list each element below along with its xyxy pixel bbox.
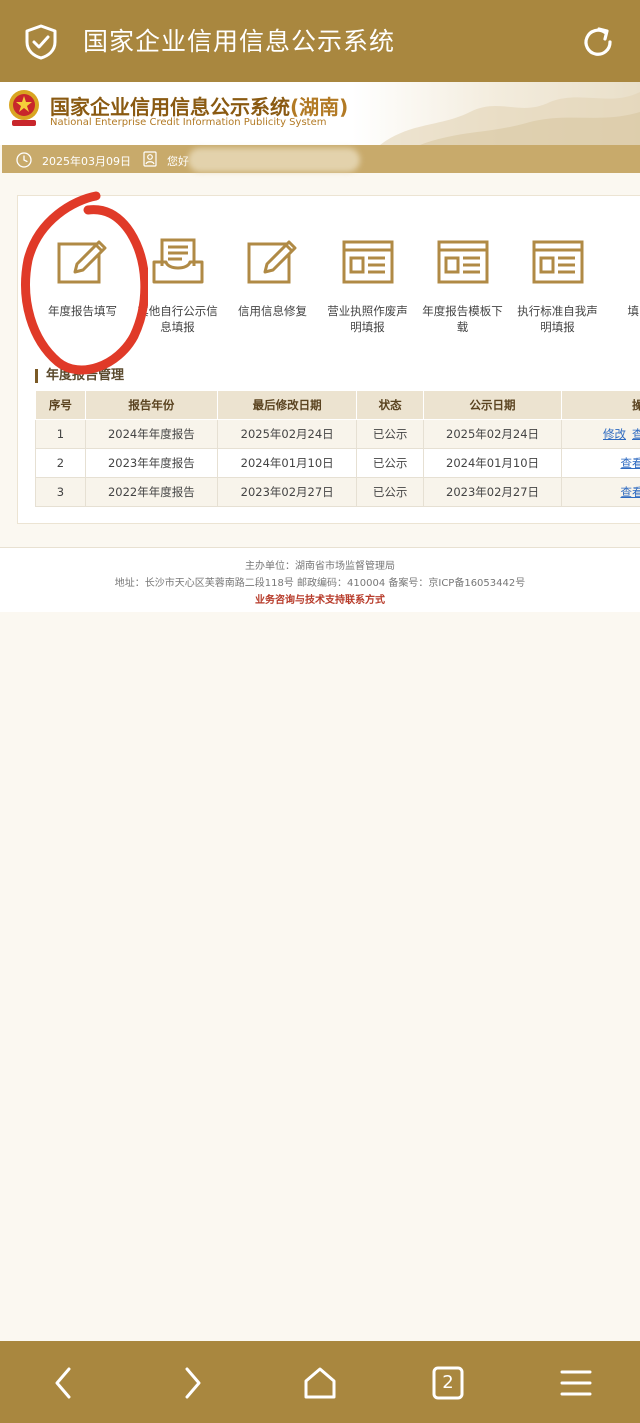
hamburger-menu-icon [560,1370,592,1396]
table-header-row: 序号 报告年份 最后修改日期 状态 公示日期 操作 [35,390,640,420]
col-header-published: 公示日期 [422,390,563,420]
section-title: 年度报告管理 [35,369,124,383]
cell-modified: 2023年02月27日 [217,477,358,507]
cell-published: 2023年02月27日 [422,477,563,507]
cell-published: 2025年02月24日 [422,419,563,449]
browser-top-bar: 国家企业信用信息公示系统 [0,0,640,82]
cell-modified: 2025年02月24日 [217,419,358,449]
site-subtitle: National Enterprise Credit Information P… [50,117,327,128]
home-icon [304,1367,336,1399]
home-button[interactable] [300,1363,340,1403]
view-link[interactable]: 查看或 [621,456,640,470]
menu-credit-repair[interactable]: 信用信息修复 [225,236,320,319]
menu-label: 营业执照作废声明填报 [327,304,408,334]
menu-button[interactable] [556,1363,596,1403]
clock-icon [16,152,32,168]
menu-annual-report-fill[interactable]: 年度报告填写 [35,236,130,319]
cell-ops: 修改查看 [561,419,640,449]
menu-label: 填 [627,304,640,318]
chevron-right-icon [185,1367,201,1399]
cell-status: 已公示 [356,448,424,478]
menu-standard-declaration[interactable]: 执行标准自我声明填报 [510,236,605,335]
refresh-icon[interactable] [580,24,616,60]
browser-page-title: 国家企业信用信息公示系统 [83,27,396,56]
cell-index: 2 [35,448,86,478]
cell-status: 已公示 [356,419,424,449]
cell-year: 2024年年度报告 [84,419,219,449]
menu-partial-item[interactable]: 填 [605,236,640,319]
cell-index: 1 [35,419,86,449]
footer-address: 地址：长沙市天心区芙蓉南路二段118号 邮政编码：410004 备案号：京ICP… [114,578,526,589]
landscape-decoration [380,92,640,145]
main-card: 年度报告填写 其他自行公示信息填报 信用信息修复 营业执照作废声明填报 年度报告… [17,195,640,524]
menu-template-download[interactable]: 年度报告模板下载 [415,236,510,335]
cell-ops: 查看或 [561,448,640,478]
national-emblem-icon [9,90,39,126]
edit-link[interactable]: 修改 [603,427,626,441]
site-header: 国家企业信用信息公示系统(湖南) National Enterprise Cre… [0,82,640,145]
col-header-ops: 操作 [561,390,640,420]
shield-check-icon[interactable] [24,24,58,60]
user-icon [143,151,157,167]
inbox-icon [152,238,203,284]
forward-button[interactable] [172,1363,212,1403]
cell-status: 已公示 [356,477,424,507]
col-header-index: 序号 [35,390,86,420]
tab-count: 2 [442,1372,454,1393]
tabs-button[interactable]: 2 [428,1363,468,1403]
form-icon [437,240,488,284]
site-title: 国家企业信用信息公示系统(湖南) [50,91,348,120]
chevron-left-icon [55,1367,71,1399]
province-label: (湖南) [290,95,349,119]
menu-label: 年度报告填写 [48,304,117,318]
menu-label: 信用信息修复 [238,304,307,318]
greeting-text: 您好 [167,155,189,168]
current-date: 2025年03月09日 [42,155,131,168]
table-row: 2 2023年年度报告 2024年01月10日 已公示 2024年01月10日 … [35,448,640,478]
footer-contact-link[interactable]: 业务咨询与技术支持联系方式 [0,591,640,606]
cell-published: 2024年01月10日 [422,448,563,478]
partial-icon [635,236,640,288]
form-icon [532,240,583,284]
form-icon [342,240,393,284]
edit-icon [57,240,106,284]
footer-sponsor: 主办单位：湖南省市场监督管理局 [245,561,395,572]
col-header-modified: 最后修改日期 [217,390,358,420]
back-button[interactable] [44,1363,84,1403]
page-footer: 主办单位：湖南省市场监督管理局 地址：长沙市天心区芙蓉南路二段118号 邮政编码… [0,547,640,612]
view-link[interactable]: 查看 [632,427,640,441]
table-row: 1 2024年年度报告 2025年02月24日 已公示 2025年02月24日 … [35,419,640,449]
menu-other-disclosure[interactable]: 其他自行公示信息填报 [130,236,225,335]
annual-report-table: 序号 报告年份 最后修改日期 状态 公示日期 操作 1 2024年年度报告 20… [35,390,640,507]
menu-label: 年度报告模板下载 [422,304,503,334]
view-link[interactable]: 查看或 [621,485,640,499]
info-bar: 2025年03月09日 您好 [2,145,640,173]
cell-year: 2023年年度报告 [84,448,219,478]
col-header-status: 状态 [356,390,424,420]
menu-label: 执行标准自我声明填报 [517,304,598,334]
site-title-text: 国家企业信用信息公示系统 [50,95,290,119]
browser-bottom-nav: 2 [0,1341,640,1423]
menu-label: 其他自行公示信息填报 [137,304,218,334]
cell-index: 3 [35,477,86,507]
edit-icon [247,240,296,284]
table-row: 3 2022年年度报告 2023年02月27日 已公示 2023年02月27日 … [35,477,640,507]
redacted-username [188,148,360,172]
cell-year: 2022年年度报告 [84,477,219,507]
cell-ops: 查看或 [561,477,640,507]
col-header-year: 报告年份 [84,390,219,420]
cell-modified: 2024年01月10日 [217,448,358,478]
menu-license-void[interactable]: 营业执照作废声明填报 [320,236,415,335]
